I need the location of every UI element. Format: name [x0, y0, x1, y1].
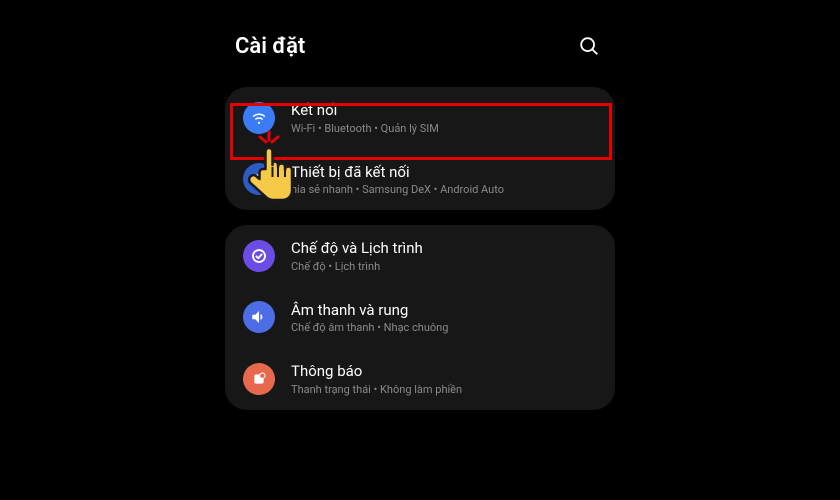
item-text: Thiết bị đã kết nối hia sẻ nhanh • Samsu… [291, 163, 597, 197]
settings-section-1: Kết nối Wi-Fi • Bluetooth • Quản lý SIM … [225, 87, 615, 210]
routines-icon [243, 240, 275, 272]
item-subtitle: Thanh trạng thái • Không làm phiền [291, 383, 597, 396]
settings-item-connected-devices[interactable]: Thiết bị đã kết nối hia sẻ nhanh • Samsu… [225, 149, 615, 211]
devices-icon [243, 163, 275, 195]
settings-header: Cài đặt [225, 0, 615, 87]
wifi-icon [243, 102, 275, 134]
settings-item-notifications[interactable]: Thông báo Thanh trạng thái • Không làm p… [225, 348, 615, 410]
search-icon [578, 35, 600, 57]
item-subtitle: Wi-Fi • Bluetooth • Quản lý SIM [291, 122, 597, 135]
search-button[interactable] [573, 30, 605, 62]
settings-item-connections[interactable]: Kết nối Wi-Fi • Bluetooth • Quản lý SIM [225, 87, 615, 149]
item-title: Kết nối [291, 101, 597, 121]
item-text: Chế độ và Lịch trình Chế độ • Lịch trình [291, 239, 597, 273]
item-title: Âm thanh và rung [291, 301, 597, 321]
item-title: Thông báo [291, 362, 597, 382]
item-subtitle: Chế độ • Lịch trình [291, 260, 597, 273]
item-title: Thiết bị đã kết nối [291, 163, 597, 183]
settings-item-modes-routines[interactable]: Chế độ và Lịch trình Chế độ • Lịch trình [225, 225, 615, 287]
item-subtitle: hia sẻ nhanh • Samsung DeX • Android Aut… [291, 183, 597, 196]
page-title: Cài đặt [235, 34, 305, 59]
notification-icon [243, 363, 275, 395]
settings-section-2: Chế độ và Lịch trình Chế độ • Lịch trình… [225, 225, 615, 410]
sound-icon [243, 301, 275, 333]
item-text: Thông báo Thanh trạng thái • Không làm p… [291, 362, 597, 396]
item-text: Âm thanh và rung Chế độ âm thanh • Nhạc … [291, 301, 597, 335]
item-subtitle: Chế độ âm thanh • Nhạc chuông [291, 321, 597, 334]
item-text: Kết nối Wi-Fi • Bluetooth • Quản lý SIM [291, 101, 597, 135]
item-title: Chế độ và Lịch trình [291, 239, 597, 259]
settings-item-sounds[interactable]: Âm thanh và rung Chế độ âm thanh • Nhạc … [225, 287, 615, 349]
